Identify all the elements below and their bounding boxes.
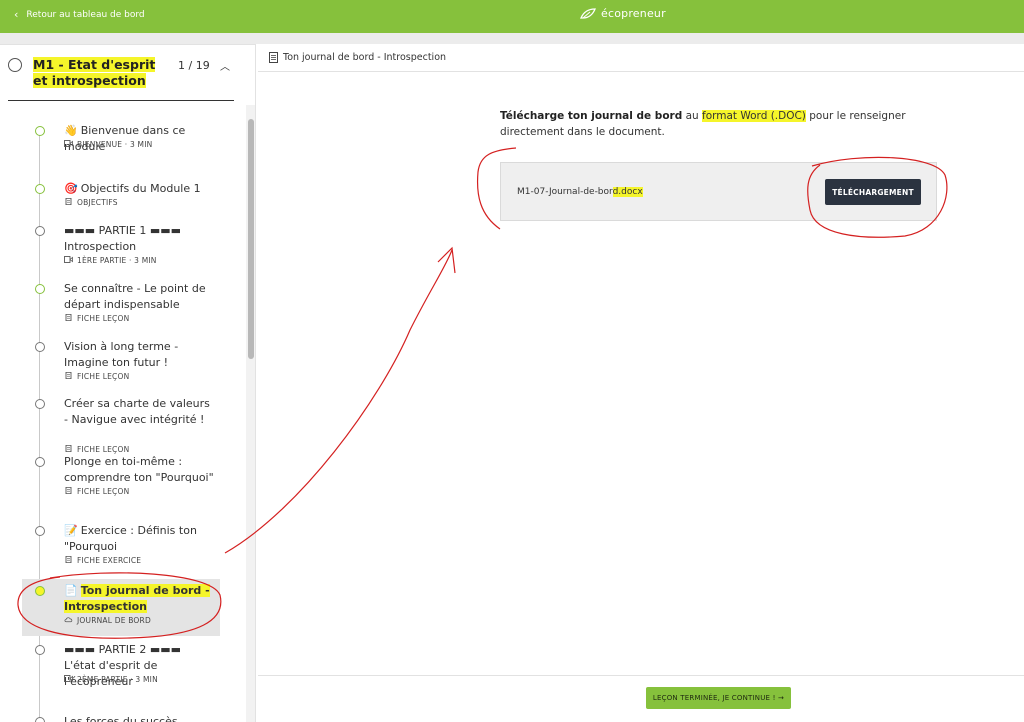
lesson-item[interactable]: Les forces du succès [22,710,220,722]
lesson-item[interactable]: Créer sa charte de valeurs - Navigue ave… [22,392,220,454]
lesson-meta: 1ÈRE PARTIE · 3 MIN [64,256,157,265]
lesson-status-dot [35,184,45,194]
video-icon [64,675,73,684]
course-sidebar: M1 - Etat d'esprit et introspection 1 / … [0,44,256,722]
lesson-meta: 2ÈME PARTIE · 3 MIN [64,675,158,684]
back-link-label: Retour au tableau de bord [26,9,145,20]
document-icon [64,556,73,565]
download-button[interactable]: TÉLÉCHARGEMENT [825,179,921,205]
lesson-meta: OBJECTIFS [64,198,118,207]
lesson-title: Vision à long terme - Imagine ton futur … [64,340,179,369]
lesson-item[interactable]: Plonge en toi-même : comprendre ton "Pou… [22,450,220,512]
download-box: M1-07-Journal-de-bord.docx TÉLÉCHARGEMEN… [500,162,937,221]
top-bar: ‹ Retour au tableau de bord écopreneur [0,0,1024,33]
lesson-meta: BIENVENUE · 3 MIN [64,140,152,149]
document-icon [64,487,73,496]
lesson-title: Se connaître - Le point de départ indisp… [64,282,206,311]
header-gap [0,33,1024,44]
lesson-status-dot [35,645,45,655]
lesson-status-dot [35,126,45,136]
annotation-arrow-head [437,246,456,274]
lesson-emoji-icon: 📄 [64,584,78,597]
lesson-status-dot [35,717,45,722]
chevron-up-icon[interactable]: ︿ [220,58,230,73]
module-header[interactable]: M1 - Etat d'esprit et introspection 1 / … [0,45,240,102]
lesson-emoji-icon: 👋 [64,124,78,137]
lesson-title: 🎯 Objectifs du Module 1 [64,182,201,195]
lesson-title: Les forces du succès [64,715,178,722]
scrollbar-thumb[interactable] [248,119,254,359]
lesson-emoji-icon: 📝 [64,524,78,537]
module-progress: 1 / 19 [178,59,210,72]
document-icon [64,314,73,323]
lesson-item[interactable]: ▬▬▬ PARTIE 1 ▬▬▬ Introspection 1ÈRE PARTI… [22,219,220,271]
lesson-header-title: Ton journal de bord - Introspection [283,52,447,63]
content-header: Ton journal de bord - Introspection [258,44,1024,72]
leaf-icon [580,7,596,19]
lesson-title: Créer sa charte de valeurs - Navigue ave… [64,397,210,426]
lesson-item[interactable]: 📝 Exercice : Définis ton "Pourquoi FICHE E… [22,519,220,571]
sidebar-scrollbar[interactable] [246,105,255,722]
logo-text: écopreneur [601,7,666,20]
lesson-complete-continue-button[interactable]: LEÇON TERMINÉE, JE CONTINUE ! → [646,687,791,709]
document-icon [269,52,278,63]
lesson-emoji-icon: 🎯 [64,182,78,195]
lesson-status-dot [35,526,45,536]
lesson-status-dot [35,457,45,467]
lesson-meta: FICHE LEÇON [64,487,129,496]
lesson-meta: FICHE LEÇON [64,314,129,323]
lesson-intro-text: Télécharge ton journal de bord au format… [500,110,906,138]
document-icon [64,372,73,381]
lesson-item[interactable]: Vision à long terme - Imagine ton futur … [22,335,220,385]
lesson-title: Plonge en toi-même : comprendre ton "Pou… [64,455,214,484]
lesson-item[interactable]: 👋 Bienvenue dans ce module BIENVENUE · 3 M… [22,119,220,171]
content-footer: LEÇON TERMINÉE, JE CONTINUE ! → [258,675,1024,722]
brand-logo: écopreneur [580,7,666,20]
lesson-item[interactable]: Se connaître - Le point de départ indisp… [22,277,220,329]
module-status-circle [8,58,22,72]
lesson-meta: FICHE LEÇON [64,372,129,381]
file-name: M1-07-Journal-de-bord.docx [517,187,643,197]
lesson-title: ▬▬▬ PARTIE 1 ▬▬▬ Introspection [64,224,182,253]
lesson-meta: FICHE EXERCICE [64,556,141,565]
video-icon [64,256,73,265]
lesson-item-active[interactable]: 📄 Ton journal de bord - Introspection JOUR… [22,579,220,636]
lesson-title: 👋 Bienvenue dans ce module [64,124,186,153]
lesson-item[interactable]: 🎯 Objectifs du Module 1 OBJECTIFS [22,177,220,217]
lesson-meta: JOURNAL DE BORD [64,616,151,625]
lesson-item[interactable]: ▬▬▬ PARTIE 2 ▬▬▬ L'état d'esprit de l'éc… [22,638,220,694]
lesson-title: 📝 Exercice : Définis ton "Pourquoi [64,524,197,553]
module-title: M1 - Etat d'esprit et introspection [33,57,156,88]
lesson-status-dot [35,342,45,352]
annotation-arrow-line [224,249,453,554]
lesson-status-dot [35,284,45,294]
lesson-status-dot [35,586,45,596]
video-icon [64,140,73,149]
chevron-left-icon: ‹ [14,8,19,21]
lesson-status-dot [35,399,45,409]
lesson-status-dot [35,226,45,236]
cloud-icon [64,616,73,625]
document-icon [64,198,73,207]
module-divider [8,100,234,101]
lesson-title: 📄 Ton journal de bord - Introspection [64,584,210,613]
back-to-dashboard-link[interactable]: ‹ Retour au tableau de bord [14,9,145,20]
